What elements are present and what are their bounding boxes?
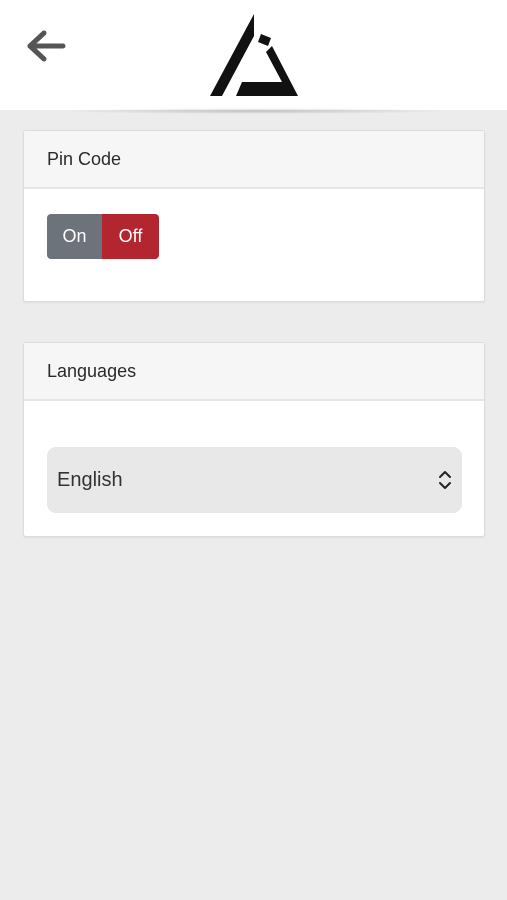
pin-code-on-button[interactable]: On [47,214,102,259]
languages-card: Languages English [23,342,485,537]
pin-code-off-button[interactable]: Off [102,214,159,259]
chevron-up-down-icon [439,471,451,489]
language-select-value: English [57,468,123,491]
back-button[interactable] [24,26,68,66]
arrow-left-icon [27,30,66,62]
header-shadow [60,108,450,114]
pin-code-card-title: Pin Code [24,131,484,189]
language-select[interactable]: English [47,447,462,513]
pin-code-toggle[interactable]: On Off [47,214,159,259]
languages-card-title: Languages [24,343,484,401]
triangle-logo [210,14,298,96]
app-header [0,0,507,110]
pin-code-card: Pin Code On Off [23,130,485,302]
